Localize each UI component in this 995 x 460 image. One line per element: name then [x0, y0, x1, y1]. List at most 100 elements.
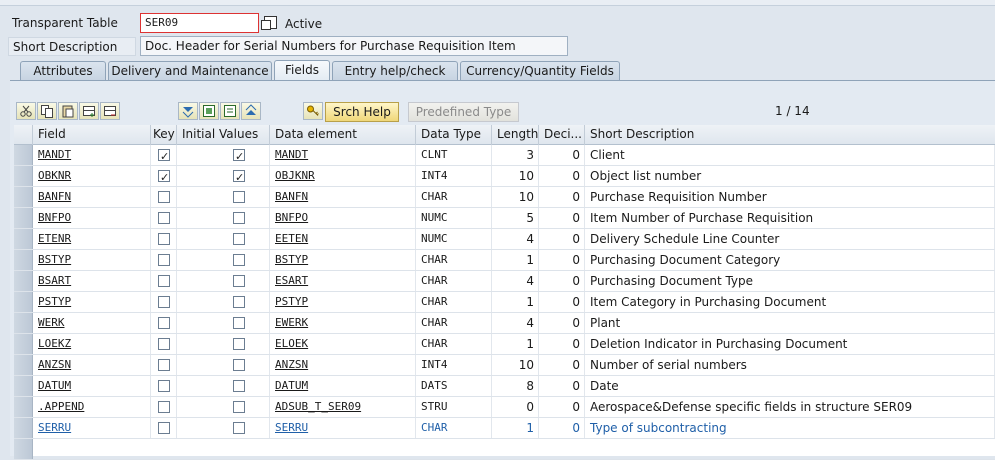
key-checkbox[interactable]	[158, 338, 170, 350]
key-checkbox[interactable]	[158, 233, 170, 245]
data-element-cell[interactable]: ADSUB_T_SER09	[270, 397, 416, 417]
short-description-cell[interactable]: Deletion Indicator in Purchasing Documen…	[585, 334, 995, 354]
initial-values-checkbox[interactable]	[233, 275, 245, 287]
key-checkbox[interactable]	[158, 296, 170, 308]
data-element-cell[interactable]: ELOEK	[270, 334, 416, 354]
data-type-cell[interactable]: CHAR	[416, 334, 492, 354]
short-description-cell[interactable]: Item Number of Purchase Requisition	[585, 208, 995, 228]
data-element-cell[interactable]: BSTYP	[270, 250, 416, 270]
row-selector[interactable]	[14, 397, 33, 417]
length-cell[interactable]: 1	[492, 292, 539, 312]
paste-icon[interactable]	[58, 102, 78, 120]
copy-icon[interactable]	[261, 16, 277, 30]
tab-fields[interactable]: Fields	[274, 60, 330, 81]
data-element-cell[interactable]: BANFN	[270, 187, 416, 207]
short-description-cell[interactable]: Delivery Schedule Line Counter	[585, 229, 995, 249]
srch-help-button[interactable]: Srch Help	[325, 102, 399, 122]
length-cell[interactable]: 1	[492, 334, 539, 354]
row-selector[interactable]	[14, 208, 33, 228]
short-description-cell[interactable]: Purchasing Document Category	[585, 250, 995, 270]
tab-entry-help-check[interactable]: Entry help/check	[332, 61, 458, 81]
cut-icon[interactable]	[16, 102, 36, 120]
table-row[interactable]: BANFN BANFN CHAR 10 0 Purchase Requisition Nu…	[14, 187, 995, 208]
row-selector[interactable]	[14, 166, 33, 186]
initial-values-checkbox[interactable]	[233, 254, 245, 266]
data-type-cell[interactable]: DATS	[416, 376, 492, 396]
initial-values-checkbox[interactable]	[233, 380, 245, 392]
data-element-cell[interactable]: SERRU	[270, 418, 416, 438]
collapse-icon[interactable]	[178, 102, 198, 120]
length-cell[interactable]: 10	[492, 166, 539, 186]
length-cell[interactable]: 4	[492, 271, 539, 291]
move-up-icon[interactable]	[241, 102, 261, 120]
table-row[interactable]: BSTYP BSTYP CHAR 1 0 Purchasing Document Cate…	[14, 250, 995, 271]
initial-values-checkbox[interactable]	[233, 212, 245, 224]
table-row[interactable]: PSTYP PSTYP CHAR 1 0 Item Category in Purchas…	[14, 292, 995, 313]
field-name-cell[interactable]: ANZSN	[33, 355, 151, 375]
short-description-cell[interactable]: Plant	[585, 313, 995, 333]
decimals-cell[interactable]: 0	[539, 145, 585, 165]
select-all-header[interactable]	[14, 125, 33, 145]
table-row[interactable]: OBKNR OBJKNR INT4 10 0 Object list number	[14, 166, 995, 187]
row-selector[interactable]	[14, 187, 33, 207]
short-description-cell[interactable]: Purchase Requisition Number	[585, 187, 995, 207]
structure-icon[interactable]	[220, 102, 240, 120]
data-element-cell[interactable]: ANZSN	[270, 355, 416, 375]
data-element-cell[interactable]: DATUM	[270, 376, 416, 396]
decimals-cell[interactable]: 0	[539, 313, 585, 333]
short-description-cell[interactable]: Client	[585, 145, 995, 165]
length-cell[interactable]: 1	[492, 250, 539, 270]
data-type-cell[interactable]: CLNT	[416, 145, 492, 165]
data-type-cell[interactable]: STRU	[416, 397, 492, 417]
data-element-cell[interactable]: EWERK	[270, 313, 416, 333]
key-checkbox[interactable]	[158, 168, 170, 186]
data-type-cell[interactable]: INT4	[416, 166, 492, 186]
short-description-cell[interactable]: Item Category in Purchasing Document	[585, 292, 995, 312]
column-header-data-type[interactable]: Data Type	[416, 125, 492, 145]
key-checkbox[interactable]	[158, 422, 170, 434]
row-selector[interactable]	[14, 439, 33, 459]
initial-values-checkbox[interactable]	[233, 338, 245, 350]
short-description-cell[interactable]: Object list number	[585, 166, 995, 186]
key-checkbox[interactable]	[158, 191, 170, 203]
field-name-cell[interactable]: SERRU	[33, 418, 151, 438]
decimals-cell[interactable]: 0	[539, 271, 585, 291]
length-cell[interactable]: 4	[492, 229, 539, 249]
field-name-cell[interactable]: ETENR	[33, 229, 151, 249]
key-icon[interactable]	[303, 102, 323, 120]
key-checkbox[interactable]	[158, 359, 170, 371]
decimals-cell[interactable]: 0	[539, 376, 585, 396]
decimals-cell[interactable]: 0	[539, 208, 585, 228]
initial-values-checkbox[interactable]	[233, 317, 245, 329]
row-selector[interactable]	[14, 250, 33, 270]
field-name-cell[interactable]: BANFN	[33, 187, 151, 207]
data-element-cell[interactable]: ESART	[270, 271, 416, 291]
row-selector[interactable]	[14, 376, 33, 396]
field-name-cell[interactable]: BNFPO	[33, 208, 151, 228]
column-header-decimals[interactable]: Deci...	[539, 125, 585, 145]
table-row[interactable]: WERK EWERK CHAR 4 0 Plant	[14, 313, 995, 334]
initial-values-checkbox[interactable]	[233, 168, 245, 186]
initial-values-checkbox[interactable]	[233, 359, 245, 371]
column-header-key[interactable]: Key	[151, 125, 177, 145]
length-cell[interactable]: 8	[492, 376, 539, 396]
short-description-cell[interactable]: Date	[585, 376, 995, 396]
decimals-cell[interactable]: 0	[539, 229, 585, 249]
row-selector[interactable]	[14, 418, 33, 438]
data-type-cell[interactable]: CHAR	[416, 187, 492, 207]
table-name-field[interactable]: SER09	[140, 13, 259, 33]
decimals-cell[interactable]: 0	[539, 418, 585, 438]
initial-values-checkbox[interactable]	[233, 422, 245, 434]
initial-values-checkbox[interactable]	[233, 233, 245, 245]
key-checkbox[interactable]	[158, 254, 170, 266]
field-name-cell[interactable]: PSTYP	[33, 292, 151, 312]
table-row[interactable]: ETENR EETEN NUMC 4 0 Delivery Schedule Line C…	[14, 229, 995, 250]
insert-row-icon[interactable]	[79, 102, 99, 120]
table-row[interactable]: DATUM DATUM DATS 8 0 Date	[14, 376, 995, 397]
length-cell[interactable]: 3	[492, 145, 539, 165]
data-element-cell[interactable]: BNFPO	[270, 208, 416, 228]
data-type-cell[interactable]: CHAR	[416, 418, 492, 438]
row-selector[interactable]	[14, 271, 33, 291]
field-name-cell[interactable]: WERK	[33, 313, 151, 333]
short-description-cell[interactable]: Purchasing Document Type	[585, 271, 995, 291]
